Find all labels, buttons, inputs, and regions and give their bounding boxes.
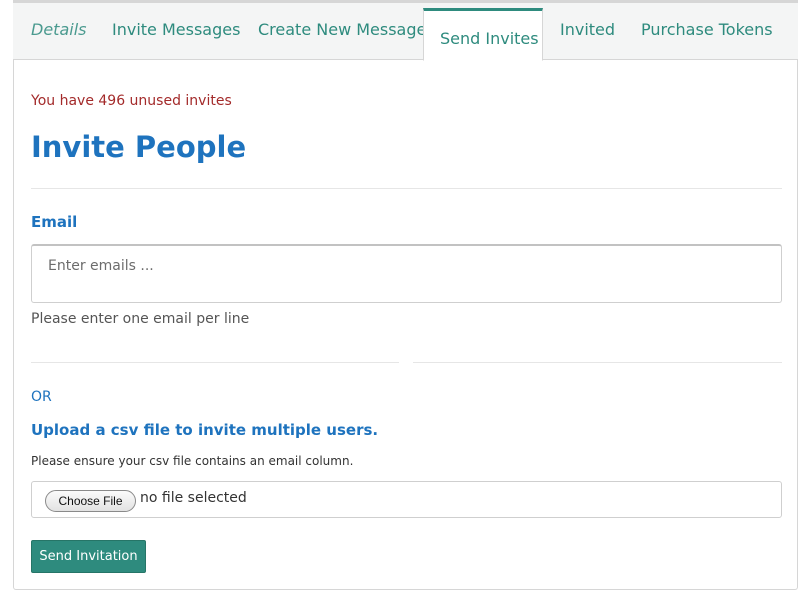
or-divider-right bbox=[413, 362, 782, 363]
email-textarea[interactable] bbox=[31, 244, 782, 303]
or-separator: OR bbox=[31, 389, 52, 405]
send-invitation-button[interactable]: Send Invitation bbox=[31, 540, 146, 573]
tab-send-invites[interactable]: Send Invites bbox=[423, 8, 543, 61]
csv-note: Please ensure your csv file contains an … bbox=[31, 454, 354, 468]
tab-details[interactable]: Details bbox=[31, 0, 86, 57]
unused-invites-notice: You have 496 unused invites bbox=[31, 93, 232, 109]
page-title: Invite People bbox=[31, 130, 247, 164]
or-divider-left bbox=[31, 362, 399, 363]
file-status: no file selected bbox=[140, 490, 247, 506]
tab-purchase-tokens[interactable]: Purchase Tokens bbox=[641, 0, 773, 57]
upload-title: Upload a csv file to invite multiple use… bbox=[31, 421, 379, 439]
file-input[interactable]: Choose File no file selected bbox=[31, 481, 782, 518]
title-divider bbox=[31, 188, 782, 189]
tab-invite-messages[interactable]: Invite Messages bbox=[112, 0, 240, 57]
tab-create-new-message[interactable]: Create New Message bbox=[258, 0, 426, 57]
email-help-text: Please enter one email per line bbox=[31, 311, 250, 327]
tab-invited[interactable]: Invited bbox=[560, 0, 615, 57]
choose-file-button[interactable]: Choose File bbox=[45, 490, 136, 512]
email-label: Email bbox=[31, 213, 78, 231]
